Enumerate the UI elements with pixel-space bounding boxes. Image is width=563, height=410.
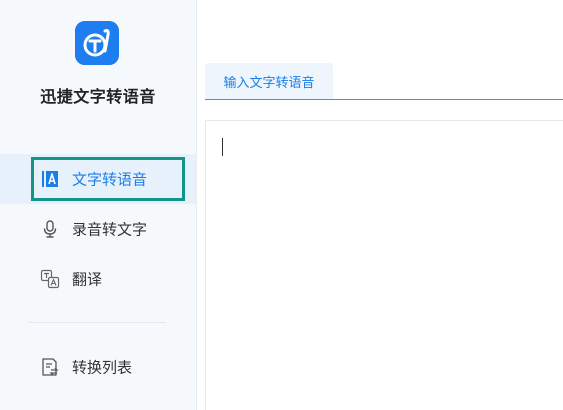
- tab-input-text-to-speech[interactable]: 输入文字转语音: [205, 63, 333, 99]
- app-logo-icon: [75, 21, 119, 65]
- sidebar-divider: [28, 322, 166, 323]
- app-window: 迅捷文字转语音 文字转语音 录音转文字 翻译 转换列表 输入文字转语音: [0, 0, 563, 410]
- sidebar-item-translate[interactable]: 翻译: [0, 254, 196, 304]
- text-a-icon: [40, 169, 60, 189]
- sidebar-item-label: 录音转文字: [72, 220, 148, 239]
- microphone-icon: [40, 219, 60, 239]
- sidebar: 迅捷文字转语音 文字转语音 录音转文字 翻译 转换列表: [0, 0, 197, 410]
- text-cursor: [222, 138, 223, 156]
- sidebar-item-conversion-list[interactable]: 转换列表: [0, 342, 196, 392]
- sidebar-item-label: 文字转语音: [72, 170, 148, 189]
- sidebar-item-text-to-speech[interactable]: 文字转语音: [0, 154, 196, 204]
- translate-icon: [40, 269, 60, 289]
- text-input-area[interactable]: [205, 120, 563, 410]
- list-document-icon: [40, 357, 60, 377]
- tab-bar: 输入文字转语音: [205, 63, 563, 100]
- sidebar-item-label: 翻译: [72, 270, 103, 289]
- sidebar-item-label: 转换列表: [72, 358, 133, 377]
- sidebar-item-speech-to-text[interactable]: 录音转文字: [0, 204, 196, 254]
- app-title: 迅捷文字转语音: [40, 87, 156, 106]
